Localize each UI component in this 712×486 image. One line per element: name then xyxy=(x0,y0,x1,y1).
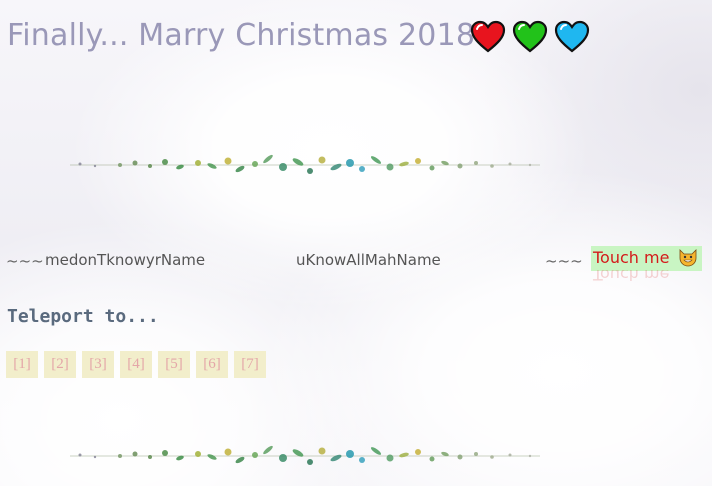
touch-me-reflection: Touch me xyxy=(593,270,670,284)
christmas-garland-decoration-bottom xyxy=(70,445,540,465)
hearts-group xyxy=(470,20,590,54)
teleport-button-3[interactable]: [3] xyxy=(82,351,114,378)
name-left: medonTknowyrName xyxy=(45,251,206,269)
touch-me-button[interactable]: Touch me xyxy=(591,246,702,271)
grinning-cat-icon xyxy=(679,249,696,267)
teleport-buttons: [1] [2] [3] [4] [5] [6] [7] xyxy=(6,351,266,378)
teleport-button-6[interactable]: [6] xyxy=(196,351,228,378)
name-center: uKnowAllMahName xyxy=(296,251,441,269)
page-title: Finally... Marry Christmas 2018 xyxy=(7,18,476,53)
teleport-heading: Teleport to... xyxy=(7,306,159,327)
christmas-garland-decoration xyxy=(70,154,540,174)
blue-heart-icon xyxy=(554,20,590,53)
tilde-decoration-left: ~~~ xyxy=(6,252,44,270)
teleport-button-4[interactable]: [4] xyxy=(120,351,152,378)
teleport-button-7[interactable]: [7] xyxy=(234,351,266,378)
touch-me-label: Touch me xyxy=(593,248,670,267)
teleport-button-1[interactable]: [1] xyxy=(6,351,38,378)
teleport-button-2[interactable]: [2] xyxy=(44,351,76,378)
tilde-decoration-right: ~~~ xyxy=(545,252,583,270)
teleport-button-5[interactable]: [5] xyxy=(158,351,190,378)
red-heart-icon xyxy=(470,20,506,53)
green-heart-icon xyxy=(512,20,548,53)
